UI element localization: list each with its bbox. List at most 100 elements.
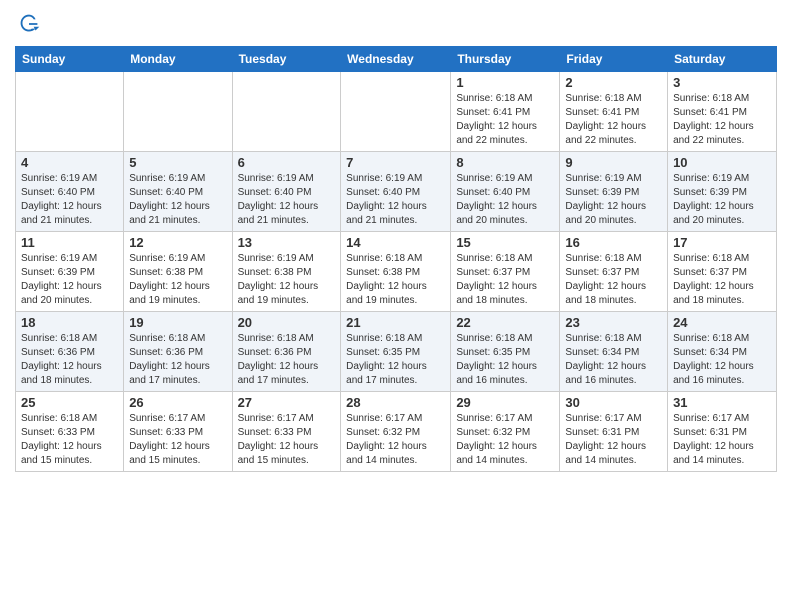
day-number: 3 bbox=[673, 75, 771, 90]
day-info: Sunrise: 6:19 AM Sunset: 6:39 PM Dayligh… bbox=[673, 172, 771, 228]
day-info: Sunrise: 6:18 AM Sunset: 6:34 PM Dayligh… bbox=[673, 332, 771, 388]
day-number: 23 bbox=[565, 315, 662, 330]
day-info: Sunrise: 6:19 AM Sunset: 6:40 PM Dayligh… bbox=[129, 172, 226, 228]
calendar-cell: 7Sunrise: 6:19 AM Sunset: 6:40 PM Daylig… bbox=[341, 152, 451, 232]
day-info: Sunrise: 6:19 AM Sunset: 6:40 PM Dayligh… bbox=[21, 172, 118, 228]
day-number: 11 bbox=[21, 235, 118, 250]
calendar-week-4: 18Sunrise: 6:18 AM Sunset: 6:36 PM Dayli… bbox=[16, 312, 777, 392]
calendar-cell: 22 Sunrise: 6:18 AM Sunset: 6:35 PM Dayli… bbox=[451, 312, 560, 392]
calendar-cell: 27 Sunrise: 6:17 AM Sunset: 6:33 PM Dayli… bbox=[232, 392, 341, 472]
calendar-cell: 25 Sunrise: 6:18 AM Sunset: 6:33 PM Dayli… bbox=[16, 392, 124, 472]
calendar-cell bbox=[341, 72, 451, 152]
calendar-cell bbox=[232, 72, 341, 152]
day-number: 8 bbox=[456, 155, 554, 170]
day-number: 26 bbox=[129, 395, 226, 410]
day-info: Sunrise: 6:18 AM Sunset: 6:35 PM Dayligh… bbox=[346, 332, 445, 388]
day-info: Sunrise: 6:18 AM Sunset: 6:41 PM Dayligh… bbox=[456, 92, 554, 148]
day-number: 4 bbox=[21, 155, 118, 170]
day-info: Sunrise: 6:18 AM Sunset: 6:34 PM Dayligh… bbox=[565, 332, 662, 388]
day-number: 17 bbox=[673, 235, 771, 250]
day-info: Sunrise: 6:18 AM Sunset: 6:35 PM Dayligh… bbox=[456, 332, 554, 388]
day-info: Sunrise: 6:17 AM Sunset: 6:32 PM Dayligh… bbox=[346, 412, 445, 468]
calendar: SundayMondayTuesdayWednesdayThursdayFrid… bbox=[15, 46, 777, 472]
calendar-cell: 15 Sunrise: 6:18 AM Sunset: 6:37 PM Dayli… bbox=[451, 232, 560, 312]
calendar-week-1: 1 Sunrise: 6:18 AM Sunset: 6:41 PM Daylig… bbox=[16, 72, 777, 152]
header bbox=[15, 10, 777, 38]
day-number: 1 bbox=[456, 75, 554, 90]
calendar-cell: 16 Sunrise: 6:18 AM Sunset: 6:37 PM Dayli… bbox=[560, 232, 668, 312]
day-number: 13 bbox=[238, 235, 336, 250]
day-info: Sunrise: 6:18 AM Sunset: 6:37 PM Dayligh… bbox=[565, 252, 662, 308]
day-info: Sunrise: 6:19 AM Sunset: 6:40 PM Dayligh… bbox=[238, 172, 336, 228]
day-info: Sunrise: 6:18 AM Sunset: 6:37 PM Dayligh… bbox=[456, 252, 554, 308]
day-info: Sunrise: 6:19 AM Sunset: 6:40 PM Dayligh… bbox=[456, 172, 554, 228]
calendar-week-3: 11 Sunrise: 6:19 AM Sunset: 6:39 PM Dayli… bbox=[16, 232, 777, 312]
calendar-cell: 2 Sunrise: 6:18 AM Sunset: 6:41 PM Daylig… bbox=[560, 72, 668, 152]
day-number: 19 bbox=[129, 315, 226, 330]
day-number: 12 bbox=[129, 235, 226, 250]
day-header-sunday: Sunday bbox=[16, 47, 124, 72]
logo bbox=[15, 10, 47, 38]
calendar-cell: 31Sunrise: 6:17 AM Sunset: 6:31 PM Dayli… bbox=[668, 392, 777, 472]
calendar-cell: 12 Sunrise: 6:19 AM Sunset: 6:38 PM Dayli… bbox=[124, 232, 232, 312]
calendar-cell: 24 Sunrise: 6:18 AM Sunset: 6:34 PM Dayli… bbox=[668, 312, 777, 392]
day-number: 21 bbox=[346, 315, 445, 330]
day-number: 25 bbox=[21, 395, 118, 410]
calendar-cell bbox=[16, 72, 124, 152]
calendar-week-2: 4 Sunrise: 6:19 AM Sunset: 6:40 PM Daylig… bbox=[16, 152, 777, 232]
day-number: 24 bbox=[673, 315, 771, 330]
calendar-cell: 21 Sunrise: 6:18 AM Sunset: 6:35 PM Dayli… bbox=[341, 312, 451, 392]
day-number: 22 bbox=[456, 315, 554, 330]
day-number: 10 bbox=[673, 155, 771, 170]
calendar-cell: 1 Sunrise: 6:18 AM Sunset: 6:41 PM Daylig… bbox=[451, 72, 560, 152]
calendar-cell: 26 Sunrise: 6:17 AM Sunset: 6:33 PM Dayli… bbox=[124, 392, 232, 472]
day-number: 9 bbox=[565, 155, 662, 170]
day-info: Sunrise: 6:18 AM Sunset: 6:38 PM Dayligh… bbox=[346, 252, 445, 308]
day-number: 16 bbox=[565, 235, 662, 250]
calendar-cell: 23 Sunrise: 6:18 AM Sunset: 6:34 PM Dayli… bbox=[560, 312, 668, 392]
day-info: Sunrise: 6:19 AM Sunset: 6:39 PM Dayligh… bbox=[565, 172, 662, 228]
day-number: 30 bbox=[565, 395, 662, 410]
day-number: 14 bbox=[346, 235, 445, 250]
day-header-monday: Monday bbox=[124, 47, 232, 72]
day-number: 6 bbox=[238, 155, 336, 170]
day-info: Sunrise: 6:18 AM Sunset: 6:41 PM Dayligh… bbox=[673, 92, 771, 148]
calendar-week-5: 25 Sunrise: 6:18 AM Sunset: 6:33 PM Dayli… bbox=[16, 392, 777, 472]
day-number: 2 bbox=[565, 75, 662, 90]
day-info: Sunrise: 6:19 AM Sunset: 6:38 PM Dayligh… bbox=[238, 252, 336, 308]
day-info: Sunrise: 6:18 AM Sunset: 6:41 PM Dayligh… bbox=[565, 92, 662, 148]
day-info: Sunrise: 6:18 AM Sunset: 6:36 PM Dayligh… bbox=[129, 332, 226, 388]
calendar-cell: 29Sunrise: 6:17 AM Sunset: 6:32 PM Dayli… bbox=[451, 392, 560, 472]
day-info: Sunrise: 6:17 AM Sunset: 6:33 PM Dayligh… bbox=[129, 412, 226, 468]
day-number: 27 bbox=[238, 395, 336, 410]
day-info: Sunrise: 6:17 AM Sunset: 6:33 PM Dayligh… bbox=[238, 412, 336, 468]
calendar-cell: 9 Sunrise: 6:19 AM Sunset: 6:39 PM Daylig… bbox=[560, 152, 668, 232]
day-info: Sunrise: 6:18 AM Sunset: 6:36 PM Dayligh… bbox=[238, 332, 336, 388]
day-header-friday: Friday bbox=[560, 47, 668, 72]
calendar-cell: 3 Sunrise: 6:18 AM Sunset: 6:41 PM Daylig… bbox=[668, 72, 777, 152]
day-info: Sunrise: 6:17 AM Sunset: 6:32 PM Dayligh… bbox=[456, 412, 554, 468]
day-info: Sunrise: 6:17 AM Sunset: 6:31 PM Dayligh… bbox=[673, 412, 771, 468]
day-info: Sunrise: 6:18 AM Sunset: 6:36 PM Dayligh… bbox=[21, 332, 118, 388]
day-number: 20 bbox=[238, 315, 336, 330]
day-number: 15 bbox=[456, 235, 554, 250]
calendar-cell: 14 Sunrise: 6:18 AM Sunset: 6:38 PM Dayli… bbox=[341, 232, 451, 312]
calendar-cell: 19 Sunrise: 6:18 AM Sunset: 6:36 PM Dayli… bbox=[124, 312, 232, 392]
day-info: Sunrise: 6:18 AM Sunset: 6:33 PM Dayligh… bbox=[21, 412, 118, 468]
calendar-cell: 20 Sunrise: 6:18 AM Sunset: 6:36 PM Dayli… bbox=[232, 312, 341, 392]
calendar-cell: 11 Sunrise: 6:19 AM Sunset: 6:39 PM Dayli… bbox=[16, 232, 124, 312]
calendar-cell bbox=[124, 72, 232, 152]
logo-icon bbox=[15, 10, 43, 38]
calendar-cell: 4 Sunrise: 6:19 AM Sunset: 6:40 PM Daylig… bbox=[16, 152, 124, 232]
calendar-cell: 10 Sunrise: 6:19 AM Sunset: 6:39 PM Dayli… bbox=[668, 152, 777, 232]
day-info: Sunrise: 6:19 AM Sunset: 6:38 PM Dayligh… bbox=[129, 252, 226, 308]
day-header-wednesday: Wednesday bbox=[341, 47, 451, 72]
calendar-cell: 28Sunrise: 6:17 AM Sunset: 6:32 PM Dayli… bbox=[341, 392, 451, 472]
day-number: 7 bbox=[346, 155, 445, 170]
calendar-cell: 17 Sunrise: 6:18 AM Sunset: 6:37 PM Dayli… bbox=[668, 232, 777, 312]
day-info: Sunrise: 6:18 AM Sunset: 6:37 PM Dayligh… bbox=[673, 252, 771, 308]
day-header-tuesday: Tuesday bbox=[232, 47, 341, 72]
day-info: Sunrise: 6:19 AM Sunset: 6:39 PM Dayligh… bbox=[21, 252, 118, 308]
day-number: 5 bbox=[129, 155, 226, 170]
calendar-cell: 8 Sunrise: 6:19 AM Sunset: 6:40 PM Daylig… bbox=[451, 152, 560, 232]
